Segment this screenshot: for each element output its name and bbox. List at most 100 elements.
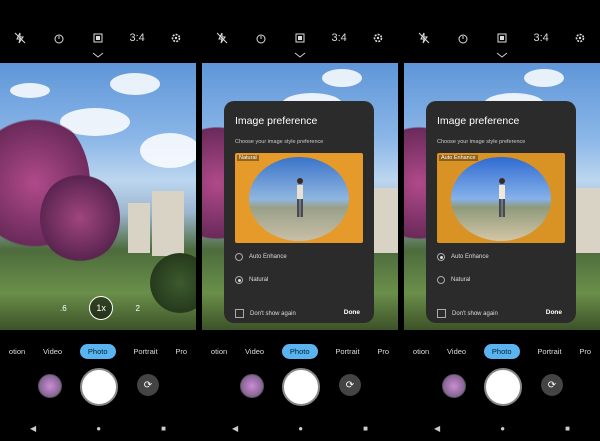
shutter-button[interactable] — [282, 368, 320, 406]
radio-selected-icon[interactable] — [235, 276, 243, 284]
gear-icon[interactable] — [570, 28, 590, 48]
mode-selector: otion Video Photo Portrait Pro — [0, 342, 196, 360]
mode-portrait[interactable]: Portrait — [335, 347, 359, 356]
back-icon[interactable]: ◀ — [30, 424, 36, 433]
recents-icon[interactable]: ■ — [565, 424, 570, 433]
timer-icon[interactable] — [251, 28, 271, 48]
viewfinder[interactable] — [0, 63, 196, 330]
chevron-down-icon[interactable] — [496, 52, 508, 58]
gallery-thumbnail[interactable] — [38, 374, 62, 398]
dialog-subtitle: Choose your image style preference — [437, 139, 526, 145]
recents-icon[interactable]: ■ — [363, 424, 368, 433]
aspect-ratio-label[interactable]: 3:4 — [531, 28, 551, 48]
mode-portrait[interactable]: Portrait — [537, 347, 561, 356]
gear-icon[interactable] — [368, 28, 388, 48]
camera-screen-3: 3:4 Image preference Choose your image s… — [404, 0, 600, 441]
checkbox-label: Don't show again — [452, 310, 498, 317]
zoom-2x[interactable]: 2 — [136, 304, 140, 313]
mode-motion[interactable]: otion — [9, 347, 25, 356]
mode-selector: otion Video Photo Portrait Pro — [404, 342, 600, 360]
system-navbar: ◀ ● ■ — [404, 421, 600, 435]
image-preference-dialog: Image preference Choose your image style… — [426, 101, 576, 323]
mode-photo[interactable]: Photo — [483, 343, 520, 359]
timer-icon[interactable] — [49, 28, 69, 48]
image-preference-dialog: Image preference Choose your image style… — [224, 101, 374, 323]
settings-photo-icon[interactable] — [290, 28, 310, 48]
aspect-ratio-label[interactable]: 3:4 — [329, 28, 349, 48]
preview-image: Natural — [235, 153, 363, 243]
checkbox-icon[interactable] — [235, 309, 244, 318]
mode-video[interactable]: Video — [447, 347, 466, 356]
gallery-thumbnail[interactable] — [442, 374, 466, 398]
system-navbar: ◀ ● ■ — [202, 421, 398, 435]
shutter-button[interactable] — [80, 368, 118, 406]
dialog-subtitle: Choose your image style preference — [235, 139, 324, 145]
option-label: Auto Enhance — [249, 254, 287, 260]
settings-photo-icon[interactable] — [88, 28, 108, 48]
mode-video[interactable]: Video — [245, 347, 264, 356]
dont-show-again-checkbox[interactable]: Don't show again — [437, 309, 498, 318]
home-icon[interactable]: ● — [500, 424, 505, 433]
zoom-0-6[interactable]: .6 — [60, 304, 67, 313]
done-button[interactable]: Done — [344, 309, 360, 316]
capture-controls: ⟳ — [404, 365, 600, 407]
timer-icon[interactable] — [453, 28, 473, 48]
preview-label: Natural — [237, 155, 259, 161]
home-icon[interactable]: ● — [96, 424, 101, 433]
flash-off-icon[interactable] — [10, 28, 30, 48]
recents-icon[interactable]: ■ — [161, 424, 166, 433]
mode-motion[interactable]: otion — [413, 347, 429, 356]
option-natural[interactable]: Natural — [235, 276, 268, 284]
option-auto-enhance[interactable]: Auto Enhance — [235, 253, 287, 261]
preview-label: Auto Enhance — [439, 155, 478, 161]
mode-pro[interactable]: Pro — [175, 347, 187, 356]
radio-icon[interactable] — [437, 276, 445, 284]
system-navbar: ◀ ● ■ — [0, 421, 196, 435]
option-auto-enhance[interactable]: Auto Enhance — [437, 253, 489, 261]
dont-show-again-checkbox[interactable]: Don't show again — [235, 309, 296, 318]
preview-image: Auto Enhance — [437, 153, 565, 243]
checkbox-icon[interactable] — [437, 309, 446, 318]
radio-selected-icon[interactable] — [437, 253, 445, 261]
top-toolbar: 3:4 — [0, 26, 196, 50]
top-toolbar: 3:4 — [404, 26, 600, 50]
flash-off-icon[interactable] — [414, 28, 434, 48]
done-button[interactable]: Done — [546, 309, 562, 316]
dialog-title: Image preference — [437, 115, 520, 127]
home-icon[interactable]: ● — [298, 424, 303, 433]
aspect-ratio-label[interactable]: 3:4 — [127, 28, 147, 48]
mode-motion[interactable]: otion — [211, 347, 227, 356]
settings-photo-icon[interactable] — [492, 28, 512, 48]
mode-video[interactable]: Video — [43, 347, 62, 356]
option-label: Natural — [249, 277, 269, 283]
flash-off-icon[interactable] — [212, 28, 232, 48]
zoom-1x[interactable]: 1x — [89, 296, 114, 320]
option-natural[interactable]: Natural — [437, 276, 470, 284]
option-label: Natural — [451, 277, 471, 283]
back-icon[interactable]: ◀ — [434, 424, 440, 433]
switch-camera-icon[interactable]: ⟳ — [339, 374, 361, 396]
shutter-button[interactable] — [484, 368, 522, 406]
child-figure — [499, 178, 505, 217]
mode-portrait[interactable]: Portrait — [133, 347, 157, 356]
dialog-title: Image preference — [235, 115, 318, 127]
chevron-down-icon[interactable] — [92, 52, 104, 58]
mode-pro[interactable]: Pro — [377, 347, 389, 356]
mode-photo[interactable]: Photo — [79, 343, 116, 359]
zoom-controls: .6 1x 2 — [60, 296, 140, 320]
mode-photo[interactable]: Photo — [281, 343, 318, 359]
gear-icon[interactable] — [166, 28, 186, 48]
top-toolbar: 3:4 — [202, 26, 398, 50]
switch-camera-icon[interactable]: ⟳ — [541, 374, 563, 396]
capture-controls: ⟳ — [202, 365, 398, 407]
checkbox-label: Don't show again — [250, 310, 296, 317]
switch-camera-icon[interactable]: ⟳ — [137, 374, 159, 396]
mode-pro[interactable]: Pro — [579, 347, 591, 356]
camera-screen-2: 3:4 Image preference Choose your image s… — [202, 0, 398, 441]
option-label: Auto Enhance — [451, 254, 489, 260]
chevron-down-icon[interactable] — [294, 52, 306, 58]
radio-icon[interactable] — [235, 253, 243, 261]
gallery-thumbnail[interactable] — [240, 374, 264, 398]
back-icon[interactable]: ◀ — [232, 424, 238, 433]
camera-screen-1: 3:4 .6 1x 2 otion Video Photo Portrait P… — [0, 0, 196, 441]
